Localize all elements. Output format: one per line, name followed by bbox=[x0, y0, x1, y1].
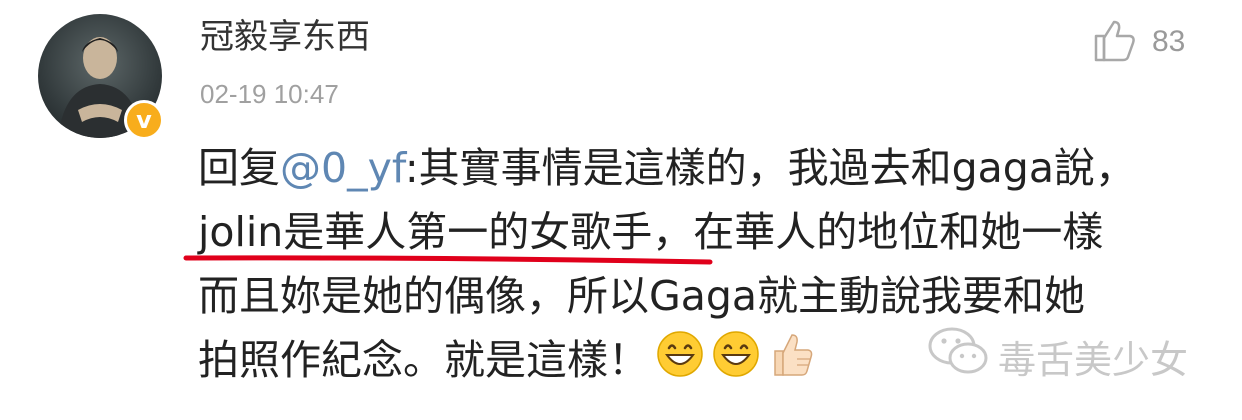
like-count: 83 bbox=[1152, 25, 1186, 58]
comment-line-4-text: 拍照作紀念。就是這樣！ bbox=[198, 336, 649, 384]
highlighted-phrase: jolin是華人第一的女歌手， bbox=[198, 208, 694, 256]
comment-line-3: 而且妳是她的偶像，所以Gaga就主動說我要和她 bbox=[198, 272, 1086, 320]
red-underline-mark bbox=[183, 255, 713, 265]
thumbs-up-outline-icon bbox=[1090, 16, 1138, 68]
comment-line-1: 回复@0_yf:其實事情是這樣的，我過去和gaga說， bbox=[198, 136, 1218, 200]
watermark: 毒舌美少女 bbox=[928, 326, 1188, 387]
mention-link[interactable]: @0_yf bbox=[280, 144, 405, 192]
comment-line-1-text: :其實事情是這樣的，我過去和gaga說， bbox=[404, 144, 1136, 192]
comment-line-2-text: 在華人的地位和她一樣 bbox=[693, 208, 1104, 256]
watermark-text: 毒舌美少女 bbox=[998, 338, 1189, 382]
verified-badge-letter: v bbox=[136, 106, 152, 134]
thumbs-up-emoji-icon bbox=[767, 329, 817, 397]
grinning-face-icon bbox=[711, 329, 761, 397]
username[interactable]: 冠毅享东西 bbox=[200, 12, 370, 62]
verified-badge: v bbox=[124, 100, 164, 140]
like-button[interactable]: 83 bbox=[1090, 16, 1185, 68]
grinning-face-icon bbox=[655, 329, 705, 397]
reply-prefix: 回复 bbox=[198, 144, 280, 192]
wechat-logo-icon bbox=[928, 326, 990, 387]
timestamp: 02-19 10:47 bbox=[200, 79, 339, 109]
